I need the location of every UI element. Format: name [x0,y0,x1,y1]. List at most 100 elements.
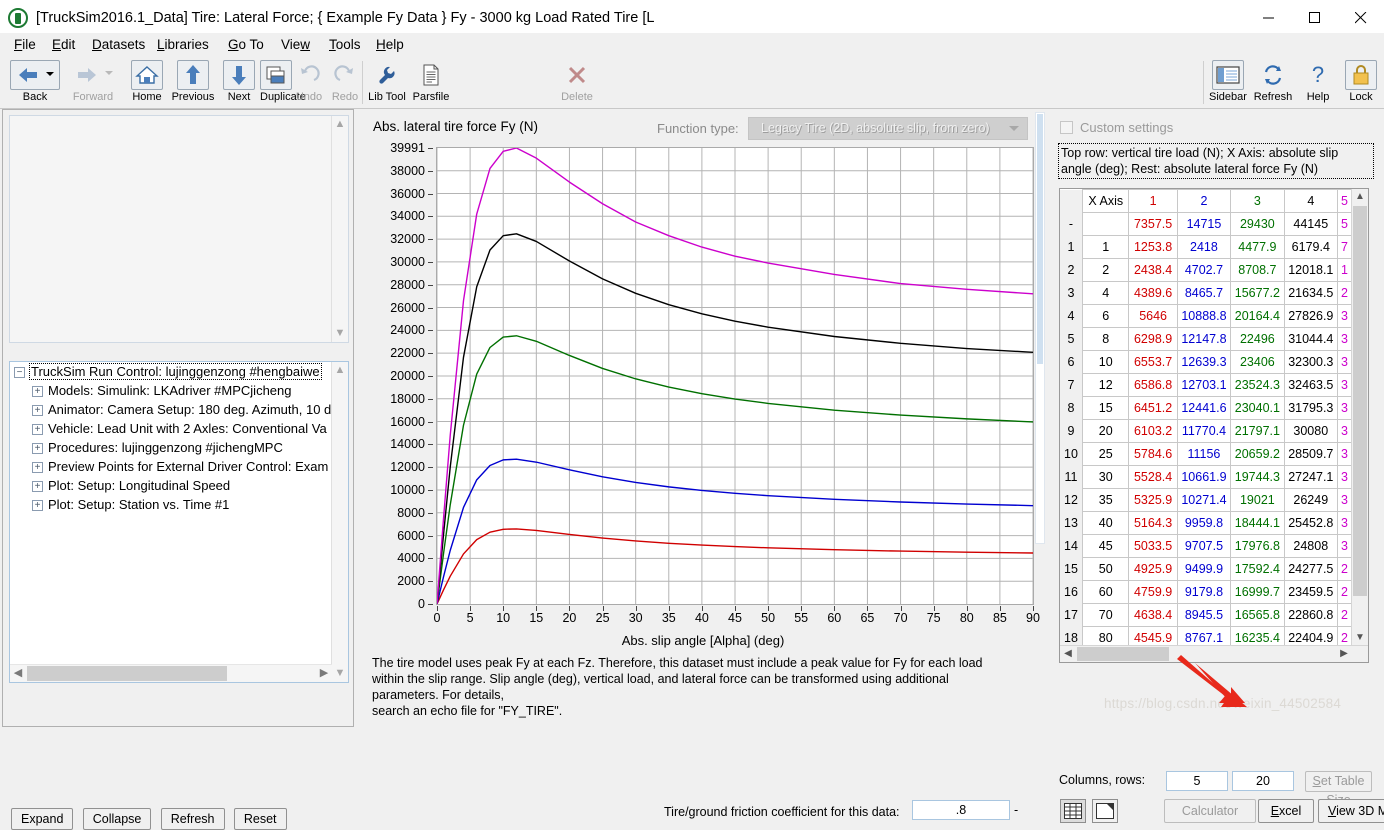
table-cell-x[interactable]: 6 [1081,304,1130,328]
table-cell[interactable]: 9179.8 [1176,580,1232,604]
table-column-header[interactable]: 3 [1230,189,1285,213]
table-vertical-scrollbar[interactable]: ▲ ▼ [1351,189,1368,646]
expand-icon[interactable]: + [32,405,43,417]
table-cell-x[interactable]: 8 [1081,327,1130,351]
custom-settings-checkbox[interactable]: Custom settings [1060,120,1173,135]
table-row[interactable]: 12 35 5325.9 10271.4 19021 26249 3 [1060,488,1352,512]
data-table[interactable]: X Axis 1 2 3 4 5-0 7357.5 14715 29430 44145 5 1 1 125… [1060,189,1352,646]
table-cell[interactable]: 8767.1 [1176,626,1232,646]
scroll-thumb[interactable] [1037,114,1043,364]
table-cell-x[interactable]: 45 [1081,534,1130,558]
chevron-down-icon[interactable] [1009,126,1019,131]
tree-item-preview-points[interactable]: + Preview Points for External Driver Cont… [10,457,332,476]
table-cell[interactable]: 4702.7 [1176,258,1232,282]
delete-button[interactable]: Delete [554,60,600,103]
expand-icon[interactable]: + [32,462,43,474]
table-cell[interactable]: 31044.4 [1283,327,1339,351]
table-cell[interactable]: 3 [1337,304,1352,328]
table-cell[interactable]: 3 [1337,327,1352,351]
scroll-down-icon[interactable]: ▼ [332,325,348,342]
table-row[interactable]: 7 12 6586.8 12703.1 23524.3 32463.5 3 [1060,373,1352,397]
expand-icon[interactable]: + [32,500,43,512]
scroll-down-icon[interactable]: ▼ [332,665,348,682]
table-cell[interactable]: 2 [1337,603,1352,627]
table-cell[interactable]: 2438.4 [1128,258,1178,282]
lock-button[interactable]: Lock [1338,60,1384,103]
table-cell-x[interactable]: 20 [1081,419,1130,443]
table-cell[interactable]: 3 [1337,442,1352,466]
maximize-button[interactable] [1292,0,1338,36]
table-column-header[interactable]: 5 [1337,189,1352,213]
scroll-up-icon[interactable]: ▲ [332,116,348,133]
table-cell[interactable]: 18444.1 [1230,511,1285,535]
table-cell[interactable]: 20164.4 [1230,304,1285,328]
table-cell[interactable]: 44145 [1283,212,1339,236]
table-cell[interactable]: 16999.7 [1230,580,1285,604]
lib-tool-button[interactable]: Lib Tool [364,60,410,103]
table-row[interactable]: 13 40 5164.3 9959.8 18444.1 25452.8 3 [1060,511,1352,535]
expand-icon[interactable]: + [32,386,43,398]
expand-icon[interactable]: + [32,443,43,455]
tree-vertical-scrollbar[interactable]: ▲ ▼ [331,362,348,682]
table-cell[interactable]: 3 [1337,350,1352,374]
table-row[interactable]: 11 30 5528.4 10661.9 19744.3 27247.1 3 [1060,465,1352,489]
table-cell[interactable]: 15677.2 [1230,281,1285,305]
table-cell[interactable]: 1 [1337,258,1352,282]
table-row[interactable]: 14 45 5033.5 9707.5 17976.8 24808 3 [1060,534,1352,558]
table-cell[interactable]: 27247.1 [1283,465,1339,489]
table-cell[interactable]: 6298.9 [1128,327,1178,351]
table-cell[interactable]: 3 [1337,534,1352,558]
table-cell[interactable]: 23524.3 [1230,373,1285,397]
table-row[interactable]: 3 4 4389.6 8465.7 15677.2 21634.5 2 [1060,281,1352,305]
expand-icon[interactable]: + [32,424,43,436]
table-cell[interactable]: 8465.7 [1176,281,1232,305]
table-cell[interactable]: 12018.1 [1283,258,1339,282]
help-button[interactable]: ? Help [1295,60,1341,104]
table-row[interactable]: 10 25 5784.6 11156 20659.2 28509.7 3 [1060,442,1352,466]
table-row[interactable]: 2 2 2438.4 4702.7 8708.7 12018.1 1 [1060,258,1352,282]
view-3d-map-button[interactable]: View 3D Map [1318,799,1384,823]
scroll-up-icon[interactable]: ▲ [1352,189,1368,205]
table-cell[interactable]: 16235.4 [1230,626,1285,646]
table-cell[interactable]: 4925.9 [1128,557,1178,581]
data-table-container[interactable]: X Axis 1 2 3 4 5-0 7357.5 14715 29430 44145 5 1 1 125… [1059,188,1369,663]
table-cell[interactable]: 3 [1337,419,1352,443]
table-cell[interactable]: 16565.8 [1230,603,1285,627]
minimize-button[interactable] [1246,0,1292,36]
table-cell[interactable]: 8945.5 [1176,603,1232,627]
expand-icon[interactable]: + [32,481,43,493]
table-cell[interactable]: 1253.8 [1128,235,1178,259]
rows-input[interactable]: 20 [1232,771,1294,791]
table-row[interactable]: 1 1 1253.8 2418 4477.9 6179.4 7 [1060,235,1352,259]
menu-goto[interactable]: Go To [220,33,272,57]
table-cell[interactable]: 4638.4 [1128,603,1178,627]
table-column-header[interactable]: X Axis [1081,189,1130,213]
table-cell-x[interactable]: 0 [1081,212,1130,236]
table-row[interactable]: -0 7357.5 14715 29430 44145 5 [1060,212,1352,236]
table-cell[interactable]: 23040.1 [1230,396,1285,420]
table-cell[interactable]: 14715 [1176,212,1232,236]
table-cell[interactable]: 6586.8 [1128,373,1178,397]
table-cell[interactable]: 5325.9 [1128,488,1178,512]
table-cell[interactable]: 26249 [1283,488,1339,512]
expand-button[interactable]: Expand [11,808,74,830]
table-cell[interactable]: 4389.6 [1128,281,1178,305]
forward-button[interactable]: Forward [64,60,122,103]
chevron-down-icon[interactable] [46,72,54,76]
table-cell[interactable]: 3 [1337,488,1352,512]
table-cell-x[interactable]: 2 [1081,258,1130,282]
friction-coefficient-input[interactable]: .8 [912,800,1010,820]
table-row[interactable]: 15 50 4925.9 9499.9 17592.4 24277.5 2 [1060,557,1352,581]
table-cell[interactable]: 10888.8 [1176,304,1232,328]
dataset-tree[interactable]: − TruckSim Run Control: lujinggenzong #he… [9,361,349,683]
table-cell[interactable]: 11770.4 [1176,419,1232,443]
previous-button[interactable]: Previous [170,60,216,103]
menu-help[interactable]: Help [368,33,412,57]
table-cell[interactable]: 30080 [1283,419,1339,443]
table-cell[interactable]: 17592.4 [1230,557,1285,581]
tree-item-plot-longitudinal-speed[interactable]: + Plot: Setup: Longitudinal Speed [10,476,332,495]
table-cell[interactable]: 8708.7 [1230,258,1285,282]
close-button[interactable] [1338,0,1384,36]
reset-button[interactable]: Reset [233,808,287,830]
table-cell[interactable]: 2 [1337,580,1352,604]
